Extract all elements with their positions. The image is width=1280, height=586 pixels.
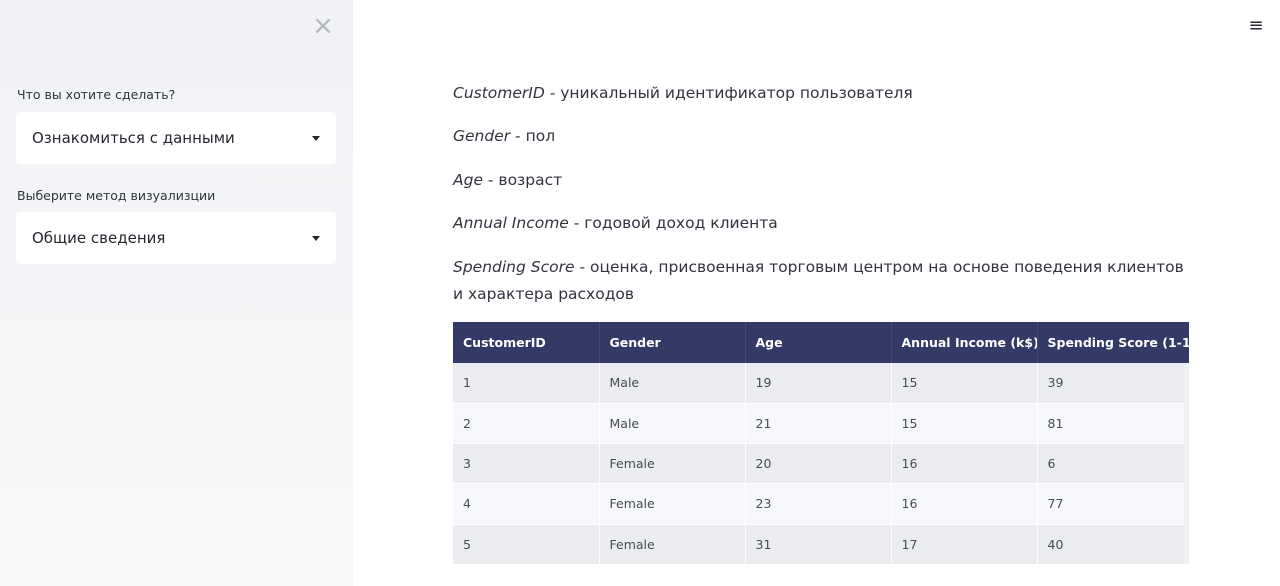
table-header-row: CustomerID Gender Age Annual Income (k$)… (453, 322, 1189, 363)
table-cell: 2 (453, 403, 600, 445)
table-cell: 20 (745, 443, 892, 485)
action-select[interactable]: Ознакомиться с данными (16, 112, 336, 164)
close-sidebar-icon[interactable]: × (311, 13, 335, 39)
table-cell: 19 (745, 363, 892, 404)
viz-select[interactable]: Общие сведения (16, 212, 336, 264)
app-root: × Что вы хотите сделать? Ознакомиться с … (0, 0, 1280, 586)
table-row: 1 Male 19 15 39 (453, 363, 1189, 404)
description-annual-income: Annual Income - годовой доход клиента (453, 210, 1193, 237)
table-cell: 1 (453, 363, 600, 404)
table-cell: 77 (1037, 483, 1189, 525)
description-gender: Gender - пол (453, 123, 1193, 150)
viz-select-label: Выберите метод визуализции (17, 188, 216, 203)
hamburger-menu-icon[interactable]: ≡ (1247, 17, 1265, 35)
description-customerid: CustomerID - уникальный идентификатор по… (453, 80, 1193, 107)
table-cell: 5 (453, 524, 600, 564)
description-text: - пол (510, 127, 556, 145)
description-text: - уникальный идентификатор пользователя (544, 84, 913, 102)
description-text: - годовой доход клиента (568, 214, 778, 232)
table-row: 2 Male 21 15 81 (453, 403, 1189, 445)
data-table: CustomerID Gender Age Annual Income (k$)… (453, 322, 1189, 564)
table-cell: Female (599, 483, 746, 525)
table-cell: 23 (745, 483, 892, 525)
description-term: Spending Score (453, 258, 575, 276)
description-term: CustomerID (453, 84, 545, 102)
table-cell: Male (599, 363, 746, 404)
table-cell: Female (599, 443, 746, 485)
table-cell: 16 (891, 443, 1038, 485)
table-cell: 21 (745, 403, 892, 445)
table-row: 3 Female 20 16 6 (453, 443, 1189, 485)
table-cell: 39 (1037, 363, 1189, 404)
description-age: Age - возраст (453, 167, 1193, 194)
table-cell: 3 (453, 443, 600, 485)
description-text: - возраст (482, 171, 563, 189)
table-cell: 31 (745, 524, 892, 564)
table-row: 4 Female 23 16 77 (453, 483, 1189, 525)
column-header[interactable]: CustomerID (453, 322, 600, 363)
chevron-down-icon (312, 135, 320, 141)
description-term: Gender (453, 127, 511, 145)
table-cell: 4 (453, 483, 600, 525)
data-table-container[interactable]: CustomerID Gender Age Annual Income (k$)… (453, 322, 1189, 564)
table-cell: 15 (891, 363, 1038, 404)
column-header[interactable]: Gender (599, 322, 746, 363)
table-row: 5 Female 31 17 40 (453, 524, 1189, 564)
viz-select-value: Общие сведения (32, 229, 166, 247)
description-spending-score: Spending Score - оценка, присвоенная тор… (453, 254, 1193, 308)
table-cell: 16 (891, 483, 1038, 525)
table-cell: 81 (1037, 403, 1189, 445)
column-header[interactable]: Annual Income (k$) (891, 322, 1038, 363)
column-header[interactable]: Age (745, 322, 892, 363)
table-cell: 15 (891, 403, 1038, 445)
table-scrollbar[interactable] (1184, 363, 1189, 564)
action-select-value: Ознакомиться с данными (32, 129, 235, 147)
column-header[interactable]: Spending Score (1-100) (1037, 322, 1189, 363)
table-cell: 40 (1037, 524, 1189, 564)
sidebar: × Что вы хотите сделать? Ознакомиться с … (0, 0, 353, 586)
table-cell: Female (599, 524, 746, 564)
table-cell: Male (599, 403, 746, 445)
description-term: Annual Income (453, 214, 569, 232)
table-cell: 6 (1037, 443, 1189, 485)
table-cell: 17 (891, 524, 1038, 564)
description-term: Age (453, 171, 483, 189)
action-select-label: Что вы хотите сделать? (17, 87, 176, 102)
chevron-down-icon (312, 235, 320, 241)
